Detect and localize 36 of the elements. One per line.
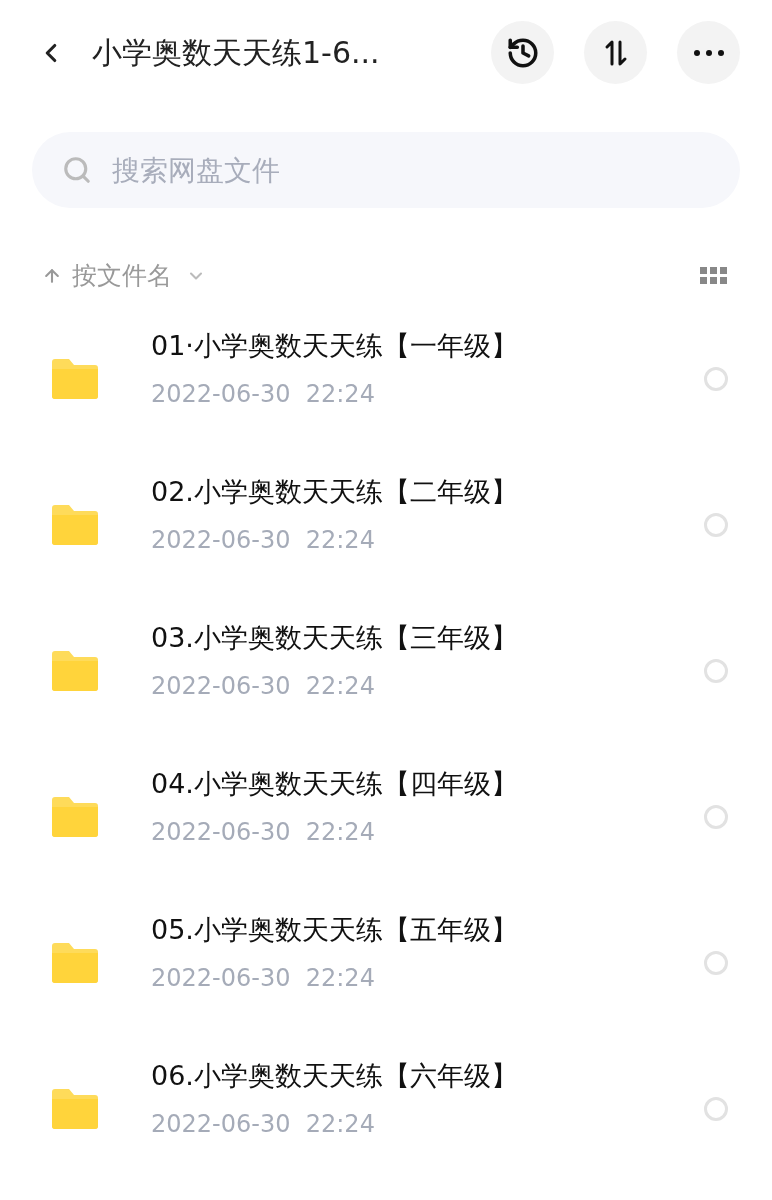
folder-name: 01·小学奥数天天练【一年级】 [151, 328, 519, 363]
select-checkbox[interactable] [704, 367, 728, 391]
folder-title: 小学奥数天天练1-6... [92, 34, 380, 72]
folder-row[interactable]: 02.小学奥数天天练【二年级】 2022-06-30 22:24 [0, 452, 772, 598]
select-checkbox[interactable] [704, 951, 728, 975]
folder-name: 03.小学奥数天天练【三年级】 [151, 620, 519, 655]
modified-date: 2022-06-30 22:24 [151, 525, 376, 557]
folder-icon [52, 651, 98, 691]
folder-name: 05.小学奥数天天练【五年级】 [151, 912, 519, 947]
folder-row[interactable]: 05.小学奥数天天练【五年级】 2022-06-30 22:24 [0, 890, 772, 1036]
modified-date: 2022-06-30 22:24 [151, 379, 376, 411]
select-checkbox[interactable] [704, 805, 728, 829]
folder-name: 06.小学奥数天天练【六年级】 [151, 1058, 519, 1093]
grid-view-button[interactable] [700, 267, 728, 285]
folder-name: 04.小学奥数天天练【四年级】 [151, 766, 519, 801]
folder-row[interactable]: 04.小学奥数天天练【四年级】 2022-06-30 22:24 [0, 744, 772, 890]
folder-icon [52, 359, 98, 399]
folder-row[interactable]: 06.小学奥数天天练【六年级】 2022-06-30 22:24 [0, 1036, 772, 1182]
select-checkbox[interactable] [704, 659, 728, 683]
modified-date: 2022-06-30 22:24 [151, 1109, 376, 1141]
modified-date: 2022-06-30 22:24 [151, 963, 376, 995]
modified-date: 2022-06-30 22:24 [151, 817, 376, 849]
grid-icon [700, 267, 728, 285]
select-checkbox[interactable] [704, 1097, 728, 1121]
folder-name: 02.小学奥数天天练【二年级】 [151, 474, 519, 509]
select-checkbox[interactable] [704, 513, 728, 537]
folder-icon [52, 1089, 98, 1129]
modified-date: 2022-06-30 22:24 [151, 671, 376, 703]
search-field[interactable]: 搜索网盘文件 [32, 132, 740, 208]
folder-icon [52, 505, 98, 545]
folder-row[interactable]: 01·小学奥数天天练【一年级】 2022-06-30 22:24 [0, 306, 772, 452]
folder-icon [52, 943, 98, 983]
folder-row[interactable]: 03.小学奥数天天练【三年级】 2022-06-30 22:24 [0, 598, 772, 744]
folder-icon [52, 797, 98, 837]
search-icon [62, 155, 92, 185]
more-icon [693, 49, 724, 56]
